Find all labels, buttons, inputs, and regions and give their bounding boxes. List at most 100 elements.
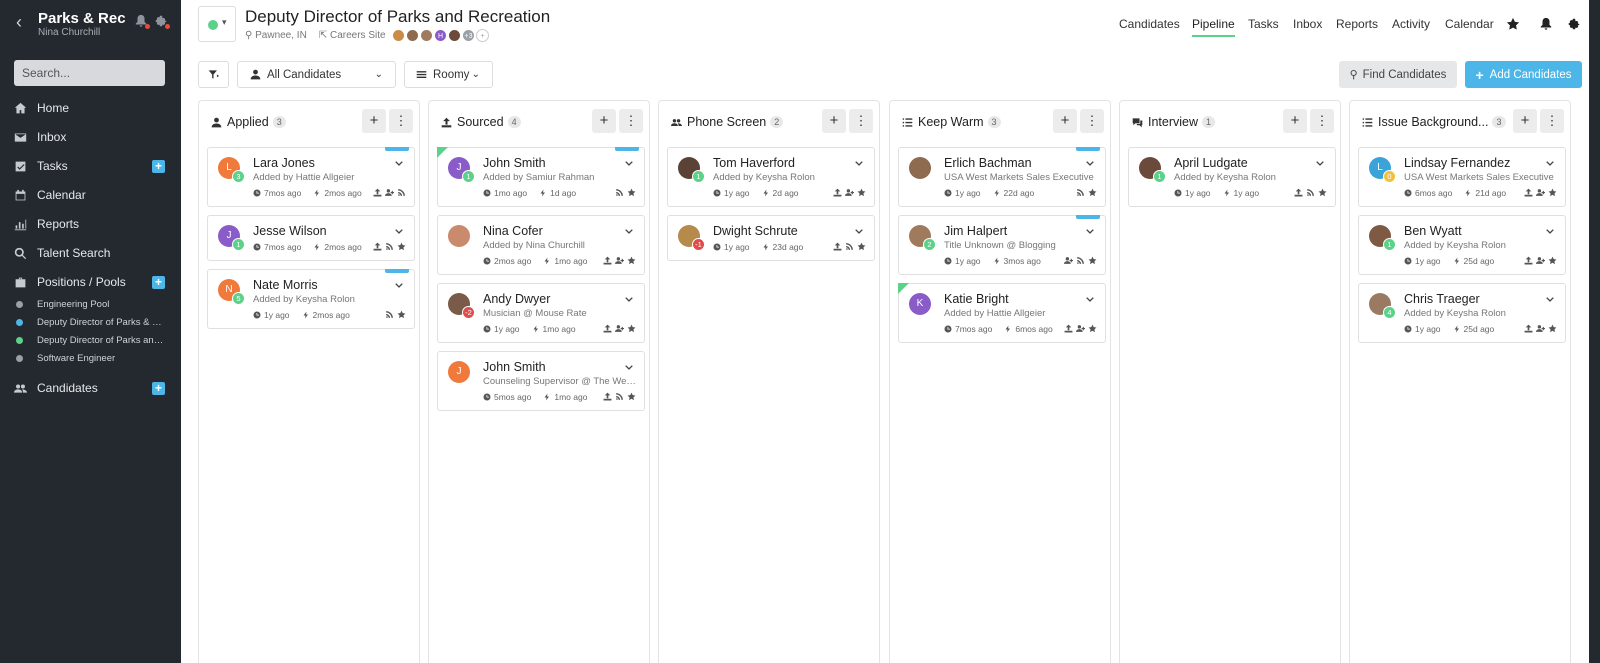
sidebar-pool-item[interactable]: Deputy Director of Parks and Recreation <box>0 332 181 350</box>
column-menu-button[interactable]: ⋮ <box>1540 109 1564 133</box>
tab-tasks[interactable]: Tasks <box>1248 17 1279 37</box>
sidebar-item-calendar[interactable]: Calendar <box>0 183 181 207</box>
tab-calendar[interactable]: Calendar <box>1445 17 1494 37</box>
tab-reports[interactable]: Reports <box>1336 17 1378 37</box>
gear-icon[interactable] <box>1567 17 1581 31</box>
column-menu-button[interactable]: ⋮ <box>849 109 873 133</box>
star-icon[interactable] <box>1548 256 1557 265</box>
chevron-down-icon[interactable] <box>1545 292 1555 302</box>
add-candidate-sidebar-button[interactable]: + <box>152 381 165 395</box>
add-position-button[interactable]: + <box>152 275 165 289</box>
sidebar-item-inbox[interactable]: Inbox <box>0 125 181 149</box>
column-menu-button[interactable]: ⋮ <box>1080 109 1104 133</box>
chevron-down-icon[interactable] <box>394 278 404 288</box>
rss-icon[interactable] <box>385 242 394 251</box>
add-team-member-icon[interactable]: + <box>476 29 489 42</box>
add-to-stage-button[interactable]: + <box>822 109 846 133</box>
user-plus-icon[interactable] <box>1536 324 1545 333</box>
star-icon[interactable] <box>1088 256 1097 265</box>
sidebar-pool-item[interactable]: Deputy Director of Parks & Recreation <box>0 314 181 332</box>
candidate-card[interactable]: N 5 Nate Morris Added by Keysha Rolon 1y ago… <box>207 269 415 329</box>
upload-icon[interactable] <box>1064 324 1073 333</box>
chevron-down-icon[interactable] <box>854 224 864 234</box>
add-to-stage-button[interactable]: + <box>1053 109 1077 133</box>
upload-icon[interactable] <box>603 256 612 265</box>
candidate-name[interactable]: Lindsay Fernandez <box>1404 156 1510 170</box>
candidate-card[interactable]: Nina Cofer Added by Nina Churchill 2mos ag… <box>437 215 645 275</box>
column-menu-button[interactable]: ⋮ <box>389 109 413 133</box>
candidate-name[interactable]: Andy Dwyer <box>483 292 550 306</box>
candidate-name[interactable]: Tom Haverford <box>713 156 795 170</box>
candidate-name[interactable]: Nina Cofer <box>483 224 543 238</box>
sidebar-search-input[interactable] <box>14 60 165 86</box>
candidate-name[interactable]: April Ludgate <box>1174 156 1248 170</box>
star-icon[interactable] <box>1548 188 1557 197</box>
star-icon[interactable] <box>627 324 636 333</box>
user-plus-icon[interactable] <box>615 256 624 265</box>
tab-inbox[interactable]: Inbox <box>1293 17 1322 37</box>
candidate-card[interactable]: 1 Tom Haverford Added by Keysha Rolon 1y ag… <box>667 147 875 207</box>
chevron-down-icon[interactable] <box>1085 156 1095 166</box>
add-to-stage-button[interactable]: + <box>1283 109 1307 133</box>
careers-site-link[interactable]: ⇱ Careers Site <box>319 30 386 41</box>
tab-activity[interactable]: Activity <box>1392 17 1430 37</box>
user-plus-icon[interactable] <box>1076 324 1085 333</box>
find-candidates-button[interactable]: ⚲ Find Candidates <box>1339 61 1457 88</box>
candidate-name[interactable]: Jesse Wilson <box>253 224 327 238</box>
bell-icon[interactable] <box>1539 17 1553 31</box>
candidate-card[interactable]: 1 Ben Wyatt Added by Keysha Rolon 1y ago 25d… <box>1358 215 1566 275</box>
sidebar-pool-item[interactable]: Software Engineer <box>0 350 181 368</box>
chevron-down-icon[interactable] <box>1085 292 1095 302</box>
job-status-dropdown[interactable]: ▾ <box>198 6 236 42</box>
gear-icon[interactable] <box>154 14 170 29</box>
candidate-filter-select[interactable]: All Candidates ⌄ <box>237 61 396 88</box>
candidate-card[interactable]: 4 Chris Traeger Added by Keysha Rolon 1y ag… <box>1358 283 1566 343</box>
candidate-card[interactable]: L 0 Lindsay Fernandez USA West Markets Sale… <box>1358 147 1566 207</box>
candidate-card[interactable]: J John Smith Counseling Supervisor @ The W… <box>437 351 645 411</box>
add-to-stage-button[interactable]: + <box>592 109 616 133</box>
rss-icon[interactable] <box>385 310 394 319</box>
chevron-down-icon[interactable] <box>1545 156 1555 166</box>
candidate-card[interactable]: 1 April Ludgate Added by Keysha Rolon 1y ag… <box>1128 147 1336 207</box>
upload-icon[interactable] <box>1294 188 1303 197</box>
column-menu-button[interactable]: ⋮ <box>1310 109 1334 133</box>
candidate-card[interactable]: Erlich Bachman USA West Markets Sales Exe… <box>898 147 1106 207</box>
sidebar-item-tasks[interactable]: Tasks + <box>0 154 181 178</box>
column-menu-button[interactable]: ⋮ <box>619 109 643 133</box>
rss-icon[interactable] <box>1076 188 1085 197</box>
chevron-down-icon[interactable] <box>624 224 634 234</box>
candidate-card[interactable]: K Katie Bright Added by Hattie Allgeier 7mo… <box>898 283 1106 343</box>
back-chevron-icon[interactable]: ‹ <box>16 12 22 33</box>
candidate-name[interactable]: John Smith <box>483 360 546 374</box>
chevron-down-icon[interactable] <box>1085 224 1095 234</box>
add-task-button[interactable]: + <box>152 159 165 173</box>
candidate-card[interactable]: -2 Andy Dwyer Musician @ Mouse Rate 1y ago 1… <box>437 283 645 343</box>
candidate-name[interactable]: Chris Traeger <box>1404 292 1480 306</box>
candidate-name[interactable]: Dwight Schrute <box>713 224 798 238</box>
sidebar-pool-item[interactable]: Engineering Pool <box>0 296 181 314</box>
add-to-stage-button[interactable]: + <box>1513 109 1537 133</box>
add-candidates-button[interactable]: + Add Candidates <box>1465 61 1582 88</box>
candidate-card[interactable]: J 1 John Smith Added by Samiur Rahman 1mo ag… <box>437 147 645 207</box>
upload-icon[interactable] <box>833 242 842 251</box>
star-icon[interactable] <box>1506 17 1520 31</box>
star-icon[interactable] <box>1548 324 1557 333</box>
upload-icon[interactable] <box>603 392 612 401</box>
chevron-down-icon[interactable] <box>854 156 864 166</box>
candidate-name[interactable]: Lara Jones <box>253 156 315 170</box>
upload-icon[interactable] <box>603 324 612 333</box>
star-icon[interactable] <box>857 242 866 251</box>
rss-icon[interactable] <box>615 188 624 197</box>
bell-icon[interactable] <box>134 14 150 29</box>
tab-pipeline[interactable]: Pipeline <box>1192 17 1235 37</box>
sidebar-item-home[interactable]: Home <box>0 96 181 120</box>
sidebar-item-talent-search[interactable]: Talent Search <box>0 241 181 265</box>
candidate-card[interactable]: 2 Jim Halpert Title Unknown @ Blogging 1y a… <box>898 215 1106 275</box>
sidebar-item-positions-pools[interactable]: Positions / Pools + <box>0 270 181 294</box>
star-icon[interactable] <box>397 242 406 251</box>
sidebar-item-candidates[interactable]: Candidates + <box>0 376 181 400</box>
star-icon[interactable] <box>1318 188 1327 197</box>
chevron-down-icon[interactable] <box>624 156 634 166</box>
chevron-down-icon[interactable] <box>624 292 634 302</box>
sidebar-item-reports[interactable]: Reports <box>0 212 181 236</box>
